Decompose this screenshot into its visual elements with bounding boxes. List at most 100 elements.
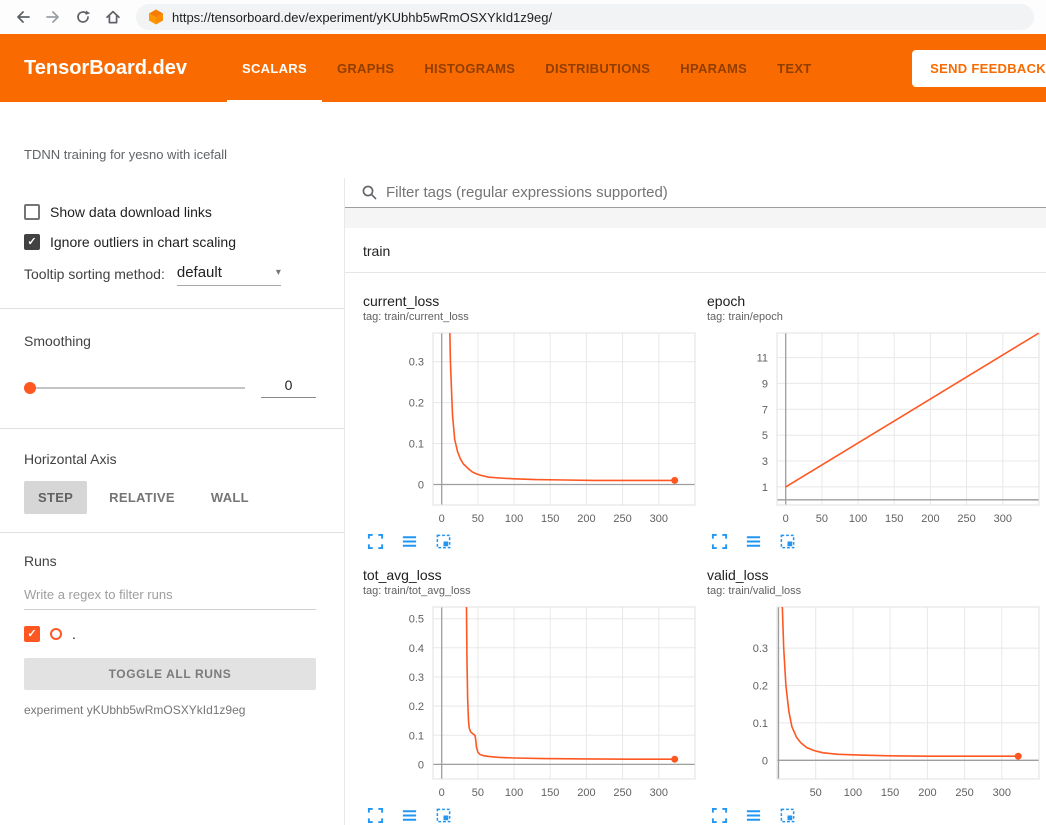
chart-card-tot-avg-loss: tot_avg_loss tag: train/tot_avg_loss 00.… bbox=[363, 567, 699, 825]
tab-graphs[interactable]: GRAPHS bbox=[322, 34, 409, 102]
smoothing-slider-track[interactable] bbox=[24, 387, 245, 389]
svg-text:150: 150 bbox=[541, 513, 559, 525]
tab-scalars[interactable]: SCALARS bbox=[227, 34, 322, 102]
address-bar[interactable]: https://tensorboard.dev/experiment/yKUbh… bbox=[136, 4, 1034, 30]
chart-tag: tag: train/valid_loss bbox=[707, 585, 1043, 597]
filter-tags-row bbox=[345, 178, 1046, 208]
check-icon: ✓ bbox=[27, 237, 36, 248]
svg-text:0: 0 bbox=[439, 513, 445, 525]
ignore-outliers-checkbox[interactable]: ✓ bbox=[24, 234, 40, 250]
home-button[interactable] bbox=[100, 4, 126, 30]
expand-chart-icon[interactable] bbox=[365, 531, 385, 551]
chart-canvas[interactable]: 00.10.20.350100150200250300 bbox=[707, 603, 1043, 803]
expand-chart-icon[interactable] bbox=[709, 805, 729, 825]
axis-step-button[interactable]: STEP bbox=[24, 481, 87, 514]
reload-icon bbox=[74, 8, 92, 26]
smoothing-slider-row: 0 bbox=[24, 377, 316, 398]
plot-border bbox=[777, 333, 1039, 505]
forward-icon bbox=[44, 8, 62, 26]
browser-toolbar: https://tensorboard.dev/experiment/yKUbh… bbox=[0, 0, 1046, 34]
endpoint-dot bbox=[1015, 753, 1022, 760]
tooltip-sorting-value: default bbox=[177, 264, 222, 281]
chart-card-current-loss: current_loss tag: train/current_loss 00.… bbox=[363, 293, 699, 551]
tag-group-header[interactable]: train bbox=[345, 228, 1046, 273]
tab-distributions[interactable]: DISTRIBUTIONS bbox=[530, 34, 665, 102]
search-icon bbox=[361, 184, 378, 201]
view-data-icon[interactable] bbox=[743, 531, 763, 551]
tab-histograms[interactable]: HISTOGRAMS bbox=[409, 34, 530, 102]
svg-text:0.3: 0.3 bbox=[409, 357, 424, 369]
pin-card-icon[interactable] bbox=[777, 805, 797, 825]
svg-text:5: 5 bbox=[762, 430, 768, 442]
chart-canvas[interactable]: 00.10.20.3050100150200250300 bbox=[363, 329, 699, 529]
expand-chart-icon[interactable] bbox=[365, 805, 385, 825]
smoothing-slider-thumb[interactable] bbox=[24, 382, 36, 394]
x-tick-labels: 050100150200250300 bbox=[439, 787, 668, 799]
chart-actions bbox=[363, 805, 699, 825]
svg-text:200: 200 bbox=[918, 787, 936, 799]
back-button[interactable] bbox=[10, 4, 36, 30]
svg-text:150: 150 bbox=[541, 787, 559, 799]
pin-card-icon[interactable] bbox=[433, 805, 453, 825]
y-tick-labels: 00.10.20.3 bbox=[409, 357, 424, 492]
axis-wall-button[interactable]: WALL bbox=[197, 481, 263, 514]
tag-group-card: train current_loss tag: train/current_lo… bbox=[345, 228, 1046, 825]
show-download-links-label: Show data download links bbox=[50, 204, 212, 220]
svg-text:250: 250 bbox=[955, 787, 973, 799]
runs-filter-input[interactable] bbox=[24, 587, 316, 610]
smoothing-value[interactable]: 0 bbox=[261, 377, 316, 398]
svg-text:0.1: 0.1 bbox=[409, 439, 424, 451]
tab-text[interactable]: TEXT bbox=[762, 34, 826, 102]
expand-chart-icon[interactable] bbox=[709, 531, 729, 551]
tab-hparams[interactable]: HPARAMS bbox=[665, 34, 762, 102]
svg-text:50: 50 bbox=[810, 787, 822, 799]
chart-card-epoch: epoch tag: train/epoch 13579110501001502… bbox=[707, 293, 1043, 551]
x-tick-labels: 050100150200250300 bbox=[439, 513, 668, 525]
runs-label: Runs bbox=[24, 553, 316, 569]
axis-relative-button[interactable]: RELATIVE bbox=[95, 481, 189, 514]
svg-text:0: 0 bbox=[439, 787, 445, 799]
series-line bbox=[781, 603, 1019, 756]
chart-canvas[interactable]: 00.10.20.30.40.5050100150200250300 bbox=[363, 603, 699, 803]
x-tick-labels: 050100150200250300 bbox=[783, 513, 1012, 525]
chart-title: epoch bbox=[707, 293, 1043, 309]
filter-tags-input[interactable] bbox=[386, 184, 1046, 201]
chart-title: tot_avg_loss bbox=[363, 567, 699, 583]
toggle-all-runs-button[interactable]: TOGGLE ALL RUNS bbox=[24, 658, 316, 690]
tooltip-sorting-row: Tooltip sorting method: default ▾ bbox=[24, 264, 316, 286]
chart-tag: tag: train/tot_avg_loss bbox=[363, 585, 699, 597]
run-name: . bbox=[72, 626, 76, 642]
send-feedback-button[interactable]: SEND FEEDBACK bbox=[912, 50, 1046, 87]
reload-button[interactable] bbox=[70, 4, 96, 30]
svg-text:100: 100 bbox=[849, 513, 867, 525]
horizontal-axis-label: Horizontal Axis bbox=[24, 451, 316, 467]
svg-text:9: 9 bbox=[762, 378, 768, 390]
svg-text:300: 300 bbox=[650, 787, 668, 799]
card-gap bbox=[345, 208, 1046, 228]
pin-card-icon[interactable] bbox=[433, 531, 453, 551]
run-checkbox[interactable]: ✓ bbox=[24, 626, 40, 642]
chart-grid bbox=[777, 333, 1039, 505]
svg-text:250: 250 bbox=[957, 513, 975, 525]
chart-tag: tag: train/current_loss bbox=[363, 311, 699, 323]
chart-canvas[interactable]: 1357911050100150200250300 bbox=[707, 329, 1043, 529]
smoothing-label: Smoothing bbox=[24, 333, 316, 349]
tooltip-sorting-select[interactable]: default ▾ bbox=[177, 264, 281, 286]
chart-tag: tag: train/epoch bbox=[707, 311, 1043, 323]
view-data-icon[interactable] bbox=[399, 531, 419, 551]
svg-text:0.3: 0.3 bbox=[753, 643, 768, 655]
experiment-description: TDNN training for yesno with icefall bbox=[0, 102, 1046, 178]
pin-card-icon[interactable] bbox=[777, 531, 797, 551]
y-tick-labels: 00.10.20.30.40.5 bbox=[409, 614, 424, 772]
view-data-icon[interactable] bbox=[743, 805, 763, 825]
check-icon: ✓ bbox=[27, 629, 36, 640]
run-isolate-radio[interactable] bbox=[50, 628, 62, 640]
show-download-links-checkbox[interactable] bbox=[24, 204, 40, 220]
chart-title: current_loss bbox=[363, 293, 699, 309]
svg-text:250: 250 bbox=[613, 787, 631, 799]
x-tick-labels: 50100150200250300 bbox=[810, 787, 1011, 799]
forward-button[interactable] bbox=[40, 4, 66, 30]
ignore-outliers-row: ✓ Ignore outliers in chart scaling bbox=[24, 234, 316, 250]
app-title: TensorBoard.dev bbox=[24, 57, 187, 80]
view-data-icon[interactable] bbox=[399, 805, 419, 825]
